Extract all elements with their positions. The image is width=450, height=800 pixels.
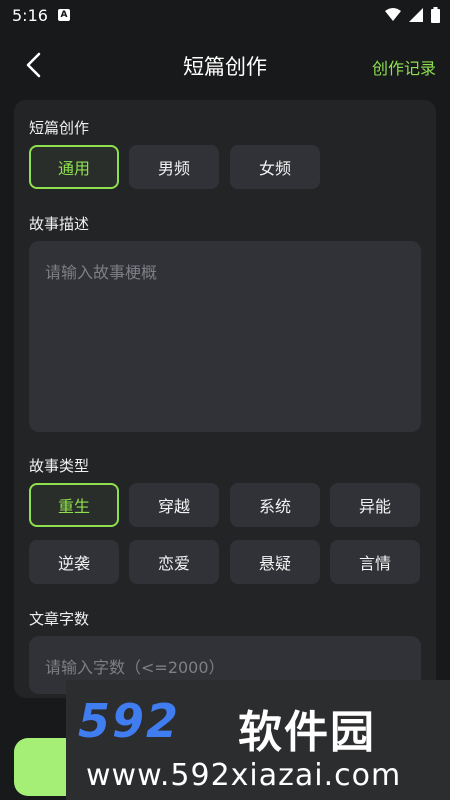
genre-option-romance[interactable]: 恋爱 — [129, 540, 219, 584]
watermark-url: www.592xiazai.com — [86, 758, 402, 793]
history-link[interactable]: 创作记录 — [372, 55, 436, 79]
genre-option-time-travel[interactable]: 穿越 — [129, 483, 219, 527]
category-option-female[interactable]: 女频 — [230, 145, 320, 189]
genre-option-comeback[interactable]: 逆袭 — [29, 540, 119, 584]
word-count-label: 文章字数 — [29, 610, 90, 628]
watermark-logo: 592 — [78, 694, 181, 748]
category-option-general[interactable]: 通用 — [29, 145, 119, 189]
watermark-brand: 软件园 — [238, 707, 376, 758]
genre-option-love-story[interactable]: 言情 — [330, 540, 420, 584]
top-bar: 短篇创作 创作记录 — [0, 32, 450, 98]
watermark: 592 软件园 www.592xiazai.com — [66, 680, 450, 800]
status-time: 5:16 — [12, 6, 48, 25]
status-icons — [385, 7, 440, 23]
signal-icon — [409, 8, 423, 22]
description-label: 故事描述 — [29, 215, 90, 233]
category-option-male[interactable]: 男频 — [129, 145, 219, 189]
genre-option-system[interactable]: 系统 — [230, 483, 320, 527]
story-description-input[interactable]: 请输入故事梗概 — [29, 241, 421, 432]
genre-option-rebirth[interactable]: 重生 — [29, 483, 119, 527]
genre-label: 故事类型 — [29, 457, 90, 475]
wifi-icon — [385, 8, 401, 21]
form-card: 短篇创作 通用 男频 女频 故事描述 请输入故事梗概 故事类型 重生 穿越 系统… — [14, 100, 436, 698]
genre-option-mystery[interactable]: 悬疑 — [230, 540, 320, 584]
genre-option-superpower[interactable]: 异能 — [330, 483, 420, 527]
notification-icon: A — [58, 9, 70, 21]
battery-icon — [431, 7, 440, 23]
category-label: 短篇创作 — [29, 119, 90, 137]
status-bar: 5:16 A — [0, 0, 450, 32]
